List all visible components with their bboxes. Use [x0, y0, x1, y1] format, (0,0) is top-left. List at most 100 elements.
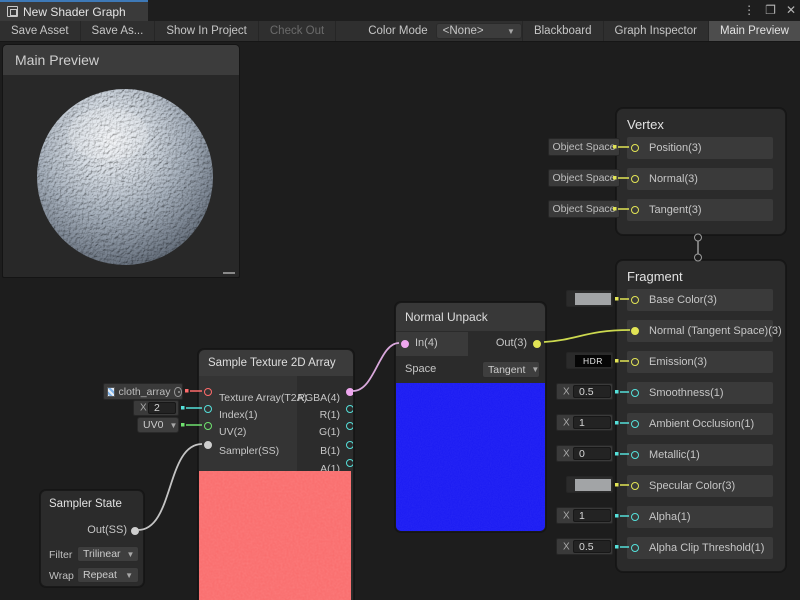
blackboard-toggle-button[interactable]: Blackboard: [522, 21, 603, 41]
color-mode-value: <None>: [443, 25, 484, 37]
space-value: Tangent: [488, 364, 525, 376]
index-input-port[interactable]: [204, 405, 212, 413]
object-space-chip-tangent[interactable]: Object Space: [548, 200, 620, 218]
main-preview-panel-header[interactable]: Main Preview: [3, 45, 239, 75]
emission-hdr-chip[interactable]: HDR: [566, 352, 613, 369]
uv-input-port[interactable]: [204, 422, 212, 430]
ambient-occlusion-value-field[interactable]: 1: [573, 416, 611, 429]
index-label: Index(1): [219, 409, 258, 421]
graph-canvas[interactable]: Main Preview: [0, 42, 800, 600]
filter-dropdown[interactable]: Trilinear ▼: [77, 546, 139, 562]
specular-color-input-port[interactable]: [631, 482, 639, 490]
preview-sphere[interactable]: [36, 88, 214, 266]
a-output-port[interactable]: [346, 459, 354, 467]
maximize-icon[interactable]: ❐: [765, 0, 776, 21]
wrap-dropdown[interactable]: Repeat ▼: [77, 567, 139, 583]
specular-color-swatch-chip[interactable]: [566, 476, 613, 493]
tab-new-shader-graph[interactable]: New Shader Graph: [0, 0, 148, 21]
base-color-swatch-chip[interactable]: [566, 290, 613, 307]
cloth-array-label: cloth_array: [119, 386, 171, 398]
out3-output-port[interactable]: [533, 340, 541, 348]
dropdown-arrow-icon: ▼: [531, 365, 539, 374]
color-swatch[interactable]: [575, 479, 611, 491]
fragment-alpha-clip-row[interactable]: Alpha Clip Threshold(1): [627, 537, 773, 559]
graph-inspector-toggle-button[interactable]: Graph Inspector: [603, 21, 708, 41]
fragment-alpha-row[interactable]: Alpha(1): [627, 506, 773, 528]
vertex-tangent-row[interactable]: Tangent(3): [627, 199, 773, 221]
sample-texture-2d-array-node[interactable]: Sample Texture 2D Array Texture Array(T2…: [198, 349, 354, 600]
fragment-metallic-row[interactable]: Metallic(1): [627, 444, 773, 466]
object-space-label: Object Space: [552, 141, 615, 153]
show-in-project-button[interactable]: Show In Project: [155, 21, 259, 41]
r-output-port[interactable]: [346, 405, 354, 413]
base-color-input-port[interactable]: [631, 296, 639, 304]
index-value-chip[interactable]: X 2: [133, 400, 179, 416]
fragment-base-color-row[interactable]: Base Color(3): [627, 289, 773, 311]
x-axis-label: X: [563, 448, 570, 459]
alpha-clip-value-field[interactable]: 0.5: [573, 540, 611, 553]
hdr-color-swatch[interactable]: HDR: [575, 355, 611, 367]
alpha-clip-value-chip[interactable]: X 0.5: [556, 538, 613, 555]
vertex-fragment-connector: [695, 234, 702, 261]
position-input-port[interactable]: [631, 144, 639, 152]
fragment-emission-row[interactable]: Emission(3): [627, 351, 773, 373]
normal-input-port[interactable]: [631, 175, 639, 183]
alpha-input-port[interactable]: [631, 513, 639, 521]
smoothness-input-port[interactable]: [631, 389, 639, 397]
fragment-node[interactable]: Fragment Base Color(3) Normal (Tangent S…: [616, 260, 786, 572]
sample-texture-title: Sample Texture 2D Array: [199, 350, 353, 376]
b-output-port[interactable]: [346, 441, 354, 449]
cloth-array-object-field[interactable]: cloth_array: [103, 383, 183, 400]
rgba-output-port[interactable]: [346, 388, 354, 396]
color-mode-dropdown[interactable]: <None> ▼: [436, 23, 522, 39]
main-preview-toggle-button[interactable]: Main Preview: [708, 21, 800, 41]
metallic-input-port[interactable]: [631, 451, 639, 459]
fragment-specular-color-row[interactable]: Specular Color(3): [627, 475, 773, 497]
smoothness-value-field[interactable]: 0.5: [573, 385, 611, 398]
tangent-input-port[interactable]: [631, 206, 639, 214]
space-dropdown[interactable]: Tangent ▼: [482, 361, 540, 378]
close-icon[interactable]: ✕: [786, 0, 796, 21]
kebab-menu-icon[interactable]: ⋮: [743, 0, 755, 21]
color-swatch[interactable]: [575, 293, 611, 305]
uv-channel-dropdown[interactable]: UV0 ▼: [137, 417, 179, 433]
uv-label: UV(2): [219, 426, 246, 438]
fragment-ambient-occlusion-row[interactable]: Ambient Occlusion(1): [627, 413, 773, 435]
vertex-node[interactable]: Vertex Position(3) Normal(3) Tangent(3): [616, 108, 786, 235]
metallic-value-field[interactable]: 0: [573, 447, 611, 460]
sampler-state-node[interactable]: Sampler State Out(SS) Filter Trilinear ▼…: [40, 490, 144, 587]
object-space-chip-normal[interactable]: Object Space: [548, 169, 620, 187]
panel-resize-handle[interactable]: [223, 272, 235, 274]
space-label: Space: [405, 363, 436, 375]
wire-samplerstate-to-sampler[interactable]: [138, 444, 202, 530]
sampler-state-output-port[interactable]: [131, 527, 139, 535]
sampler-input-port[interactable]: [204, 441, 212, 449]
alpha-value-field[interactable]: 1: [573, 509, 611, 522]
save-as-button[interactable]: Save As...: [81, 21, 156, 41]
save-asset-button[interactable]: Save Asset: [0, 21, 81, 41]
check-out-button: Check Out: [259, 21, 336, 41]
emission-input-port[interactable]: [631, 358, 639, 366]
alpha-value-chip[interactable]: X 1: [556, 507, 613, 524]
object-space-chip-position[interactable]: Object Space: [548, 138, 620, 156]
normal-tangent-input-port[interactable]: [631, 327, 639, 335]
ambient-occlusion-input-port[interactable]: [631, 420, 639, 428]
fragment-normal-row[interactable]: Normal (Tangent Space)(3): [627, 320, 773, 342]
alpha-clip-threshold-input-port[interactable]: [631, 544, 639, 552]
normal-unpack-node[interactable]: Normal Unpack In(4) Out(3) Space Tangent…: [395, 302, 546, 532]
uv-channel-value: UV0: [143, 419, 163, 431]
index-value-field[interactable]: 2: [148, 402, 176, 414]
tab-title: New Shader Graph: [23, 5, 126, 19]
metallic-label: Metallic(1): [649, 449, 700, 461]
ambient-occlusion-value-chip[interactable]: X 1: [556, 414, 613, 431]
object-picker-icon[interactable]: [174, 387, 182, 397]
texture-array-input-port[interactable]: [204, 388, 212, 396]
in4-input-port[interactable]: [401, 340, 409, 348]
g-output-port[interactable]: [346, 422, 354, 430]
wire-rgba-to-in4[interactable]: [353, 343, 399, 391]
vertex-normal-row[interactable]: Normal(3): [627, 168, 773, 190]
fragment-smoothness-row[interactable]: Smoothness(1): [627, 382, 773, 404]
vertex-position-row[interactable]: Position(3): [627, 137, 773, 159]
metallic-value-chip[interactable]: X 0: [556, 445, 613, 462]
smoothness-value-chip[interactable]: X 0.5: [556, 383, 613, 400]
